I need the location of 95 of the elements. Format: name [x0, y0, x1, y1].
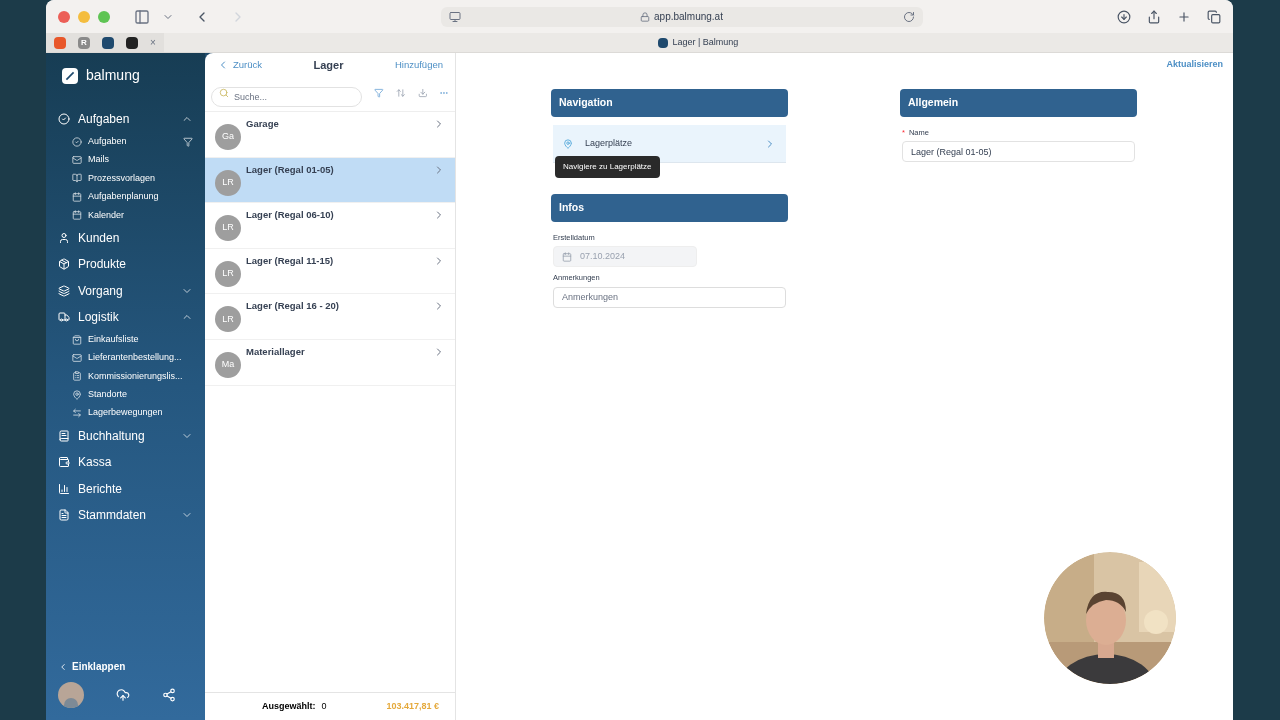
name-field[interactable]: Lager (Regal 01-05): [902, 141, 1135, 163]
nav-icon: [72, 173, 82, 184]
new-tab-icon[interactable]: [1177, 9, 1191, 24]
nav-icon: [58, 258, 70, 271]
selected-label: Ausgewählt:: [262, 699, 316, 713]
nav-icon: [58, 482, 70, 495]
chevron-left-icon: [58, 661, 68, 672]
address-bar[interactable]: app.balmung.at: [440, 6, 923, 27]
nav-icon: [72, 210, 82, 221]
avatar[interactable]: [58, 682, 84, 708]
nav-icon: [58, 231, 70, 244]
row-title: Lager (Regal 16 - 20): [246, 300, 340, 314]
nav-icon: [72, 408, 82, 419]
row-title: Lager (Regal 01-05): [246, 163, 335, 177]
row-title: Lager (Regal 06-10): [246, 209, 335, 223]
selected-count: 0: [321, 699, 327, 713]
nav-item[interactable]: Logistik: [58, 303, 193, 331]
add-link[interactable]: Hinzufügen: [394, 57, 443, 73]
nav-subitem[interactable]: Einkaufsliste: [58, 330, 193, 349]
nav-subitem[interactable]: Aufgabenplanung: [58, 187, 193, 207]
search-icon: [219, 88, 229, 98]
page-icon: [448, 10, 461, 23]
nav-item[interactable]: Kunden: [58, 224, 193, 251]
nav-subitem[interactable]: Mails: [58, 150, 193, 170]
cloud-upload-icon[interactable]: [116, 688, 130, 702]
nav-icon: [58, 509, 70, 522]
nav-icon: [72, 334, 82, 345]
download-icon[interactable]: [1117, 9, 1131, 24]
section-header: Infos: [551, 194, 788, 222]
refresh-link[interactable]: Aktualisieren: [1166, 57, 1223, 72]
initials-avatar: Ma: [215, 351, 241, 378]
row-title: Garage: [246, 118, 280, 131]
tabs-icon[interactable]: [1207, 9, 1221, 24]
back-link[interactable]: Zurück: [217, 57, 263, 73]
total-amount: 103.417,81 €: [386, 699, 439, 713]
initials-avatar: LR: [215, 215, 241, 242]
minimize-icon[interactable]: [78, 10, 90, 23]
row-title: Lager (Regal 11-15): [246, 254, 335, 268]
nav-subitem[interactable]: Lagerbewegungen: [58, 404, 193, 423]
initials-avatar: LR: [215, 306, 241, 333]
calendar-icon: [562, 251, 572, 262]
zoom-icon[interactable]: [98, 10, 110, 23]
reload-icon[interactable]: [902, 10, 915, 23]
nav-item[interactable]: Vorgang: [58, 277, 193, 304]
url-text: app.balmung.at: [654, 10, 723, 24]
pin-icon: [563, 138, 573, 149]
brand-name: balmung: [86, 66, 140, 85]
nav-icon: [72, 191, 82, 202]
section-header: Navigation: [551, 89, 788, 117]
nav-icon: [58, 284, 70, 297]
nav-subitem[interactable]: Standorte: [58, 385, 193, 404]
section-header: Allgemein: [900, 89, 1137, 117]
dark-favicon-icon[interactable]: [126, 36, 138, 49]
nav-subitem[interactable]: Prozessvorlagen: [58, 169, 193, 188]
nav-item[interactable]: Berichte: [58, 475, 193, 502]
list-row[interactable]: LR Lager (Regal 01-05): [205, 157, 455, 204]
close-tab-icon[interactable]: ×: [150, 37, 156, 48]
nav-icon: [72, 136, 82, 147]
search-field[interactable]: Suche...: [211, 87, 363, 107]
tooltip: Navigiere zu Lagerplätze: [555, 156, 660, 178]
nav-subitem[interactable]: Lieferantenbestellung...: [58, 348, 193, 368]
initials-avatar: LR: [215, 169, 241, 196]
collapse-link[interactable]: Einklappen: [46, 659, 205, 674]
nav-icon: [72, 371, 82, 382]
nav-item[interactable]: Kassa: [58, 448, 193, 476]
nav-subitem[interactable]: Aufgaben: [58, 132, 193, 151]
panel-title: Lager: [312, 57, 345, 73]
nav-item[interactable]: Aufgaben: [58, 106, 193, 133]
nav-item[interactable]: Stammdaten: [58, 501, 193, 529]
nav-subitem[interactable]: Kalender: [58, 206, 193, 225]
logo-icon: [62, 67, 78, 84]
sort-icon[interactable]: [396, 88, 406, 98]
filter-icon[interactable]: [374, 88, 385, 98]
tab-title[interactable]: Lager | Balmung: [672, 35, 739, 50]
initials-avatar: LR: [215, 260, 241, 287]
row-title: Materiallager: [246, 345, 306, 359]
navigation-item[interactable]: Lagerplätze: [553, 125, 786, 163]
notes-field[interactable]: Anmerkungen: [553, 286, 786, 308]
close-icon[interactable]: [58, 10, 70, 23]
nav-item[interactable]: Produkte: [58, 250, 193, 278]
nav-icon: [58, 311, 70, 324]
share-icon[interactable]: [162, 688, 176, 702]
nav-subitem[interactable]: Kommissionierungslis...: [58, 367, 193, 386]
nav-icon: [72, 389, 82, 400]
nav-icon: [58, 429, 70, 442]
nav-icon: [72, 353, 82, 364]
share-icon[interactable]: [1147, 9, 1161, 24]
nav-icon: [58, 113, 70, 126]
nav-icon: [58, 456, 70, 469]
initials-avatar: Ga: [215, 124, 241, 150]
nav-item[interactable]: Buchhaltung: [58, 422, 193, 449]
sidebar-icon[interactable]: [134, 8, 150, 25]
lock-icon: [640, 11, 650, 22]
date-field: 07.10.2024: [553, 246, 697, 268]
nav-icon: [72, 155, 82, 166]
